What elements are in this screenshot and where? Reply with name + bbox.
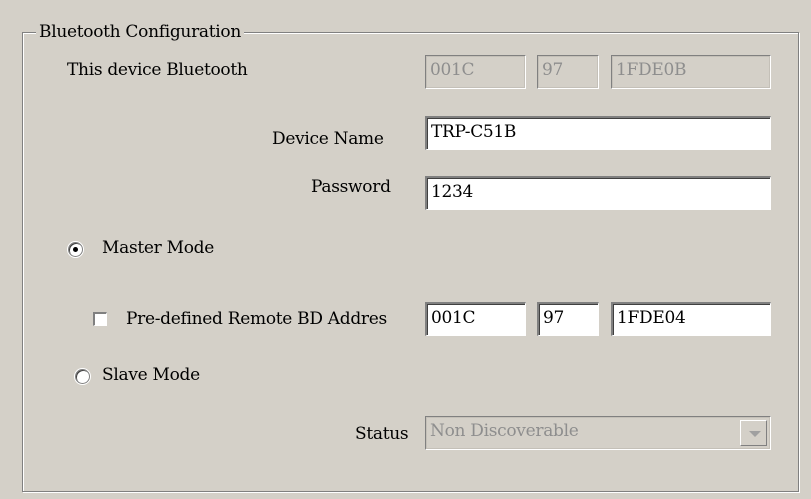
remote-address-part1-input[interactable]: 001C <box>425 302 526 336</box>
master-mode-label[interactable]: Master Mode <box>102 238 214 258</box>
device-name-label: Device Name <box>272 129 384 149</box>
device-name-input[interactable]: TRP-C51B <box>425 116 771 150</box>
radio-selected-dot <box>73 247 78 252</box>
master-mode-radio[interactable] <box>68 242 83 257</box>
groupbox-title: Bluetooth Configuration <box>36 22 244 42</box>
status-dropdown-value: Non Discoverable <box>430 421 579 441</box>
device-bluetooth-label: This device Bluetooth <box>67 60 248 80</box>
predefined-remote-checkbox[interactable] <box>93 312 107 326</box>
password-label: Password <box>311 177 391 197</box>
slave-mode-radio[interactable] <box>75 369 90 384</box>
chevron-down-icon <box>749 431 761 437</box>
device-bt-address-part1: 001C <box>425 55 526 89</box>
device-bt-address-part2: 97 <box>537 55 599 89</box>
device-bt-address-part3: 1FDE0B <box>611 55 771 89</box>
dropdown-arrow-button <box>740 420 767 446</box>
predefined-remote-label[interactable]: Pre-defined Remote BD Addres <box>126 309 425 329</box>
password-input[interactable]: 1234 <box>425 176 771 210</box>
status-dropdown: Non Discoverable <box>425 416 771 450</box>
remote-address-part3-input[interactable]: 1FDE04 <box>611 302 771 336</box>
status-label: Status <box>355 424 409 444</box>
slave-mode-label[interactable]: Slave Mode <box>102 365 200 385</box>
remote-address-part2-input[interactable]: 97 <box>537 302 599 336</box>
